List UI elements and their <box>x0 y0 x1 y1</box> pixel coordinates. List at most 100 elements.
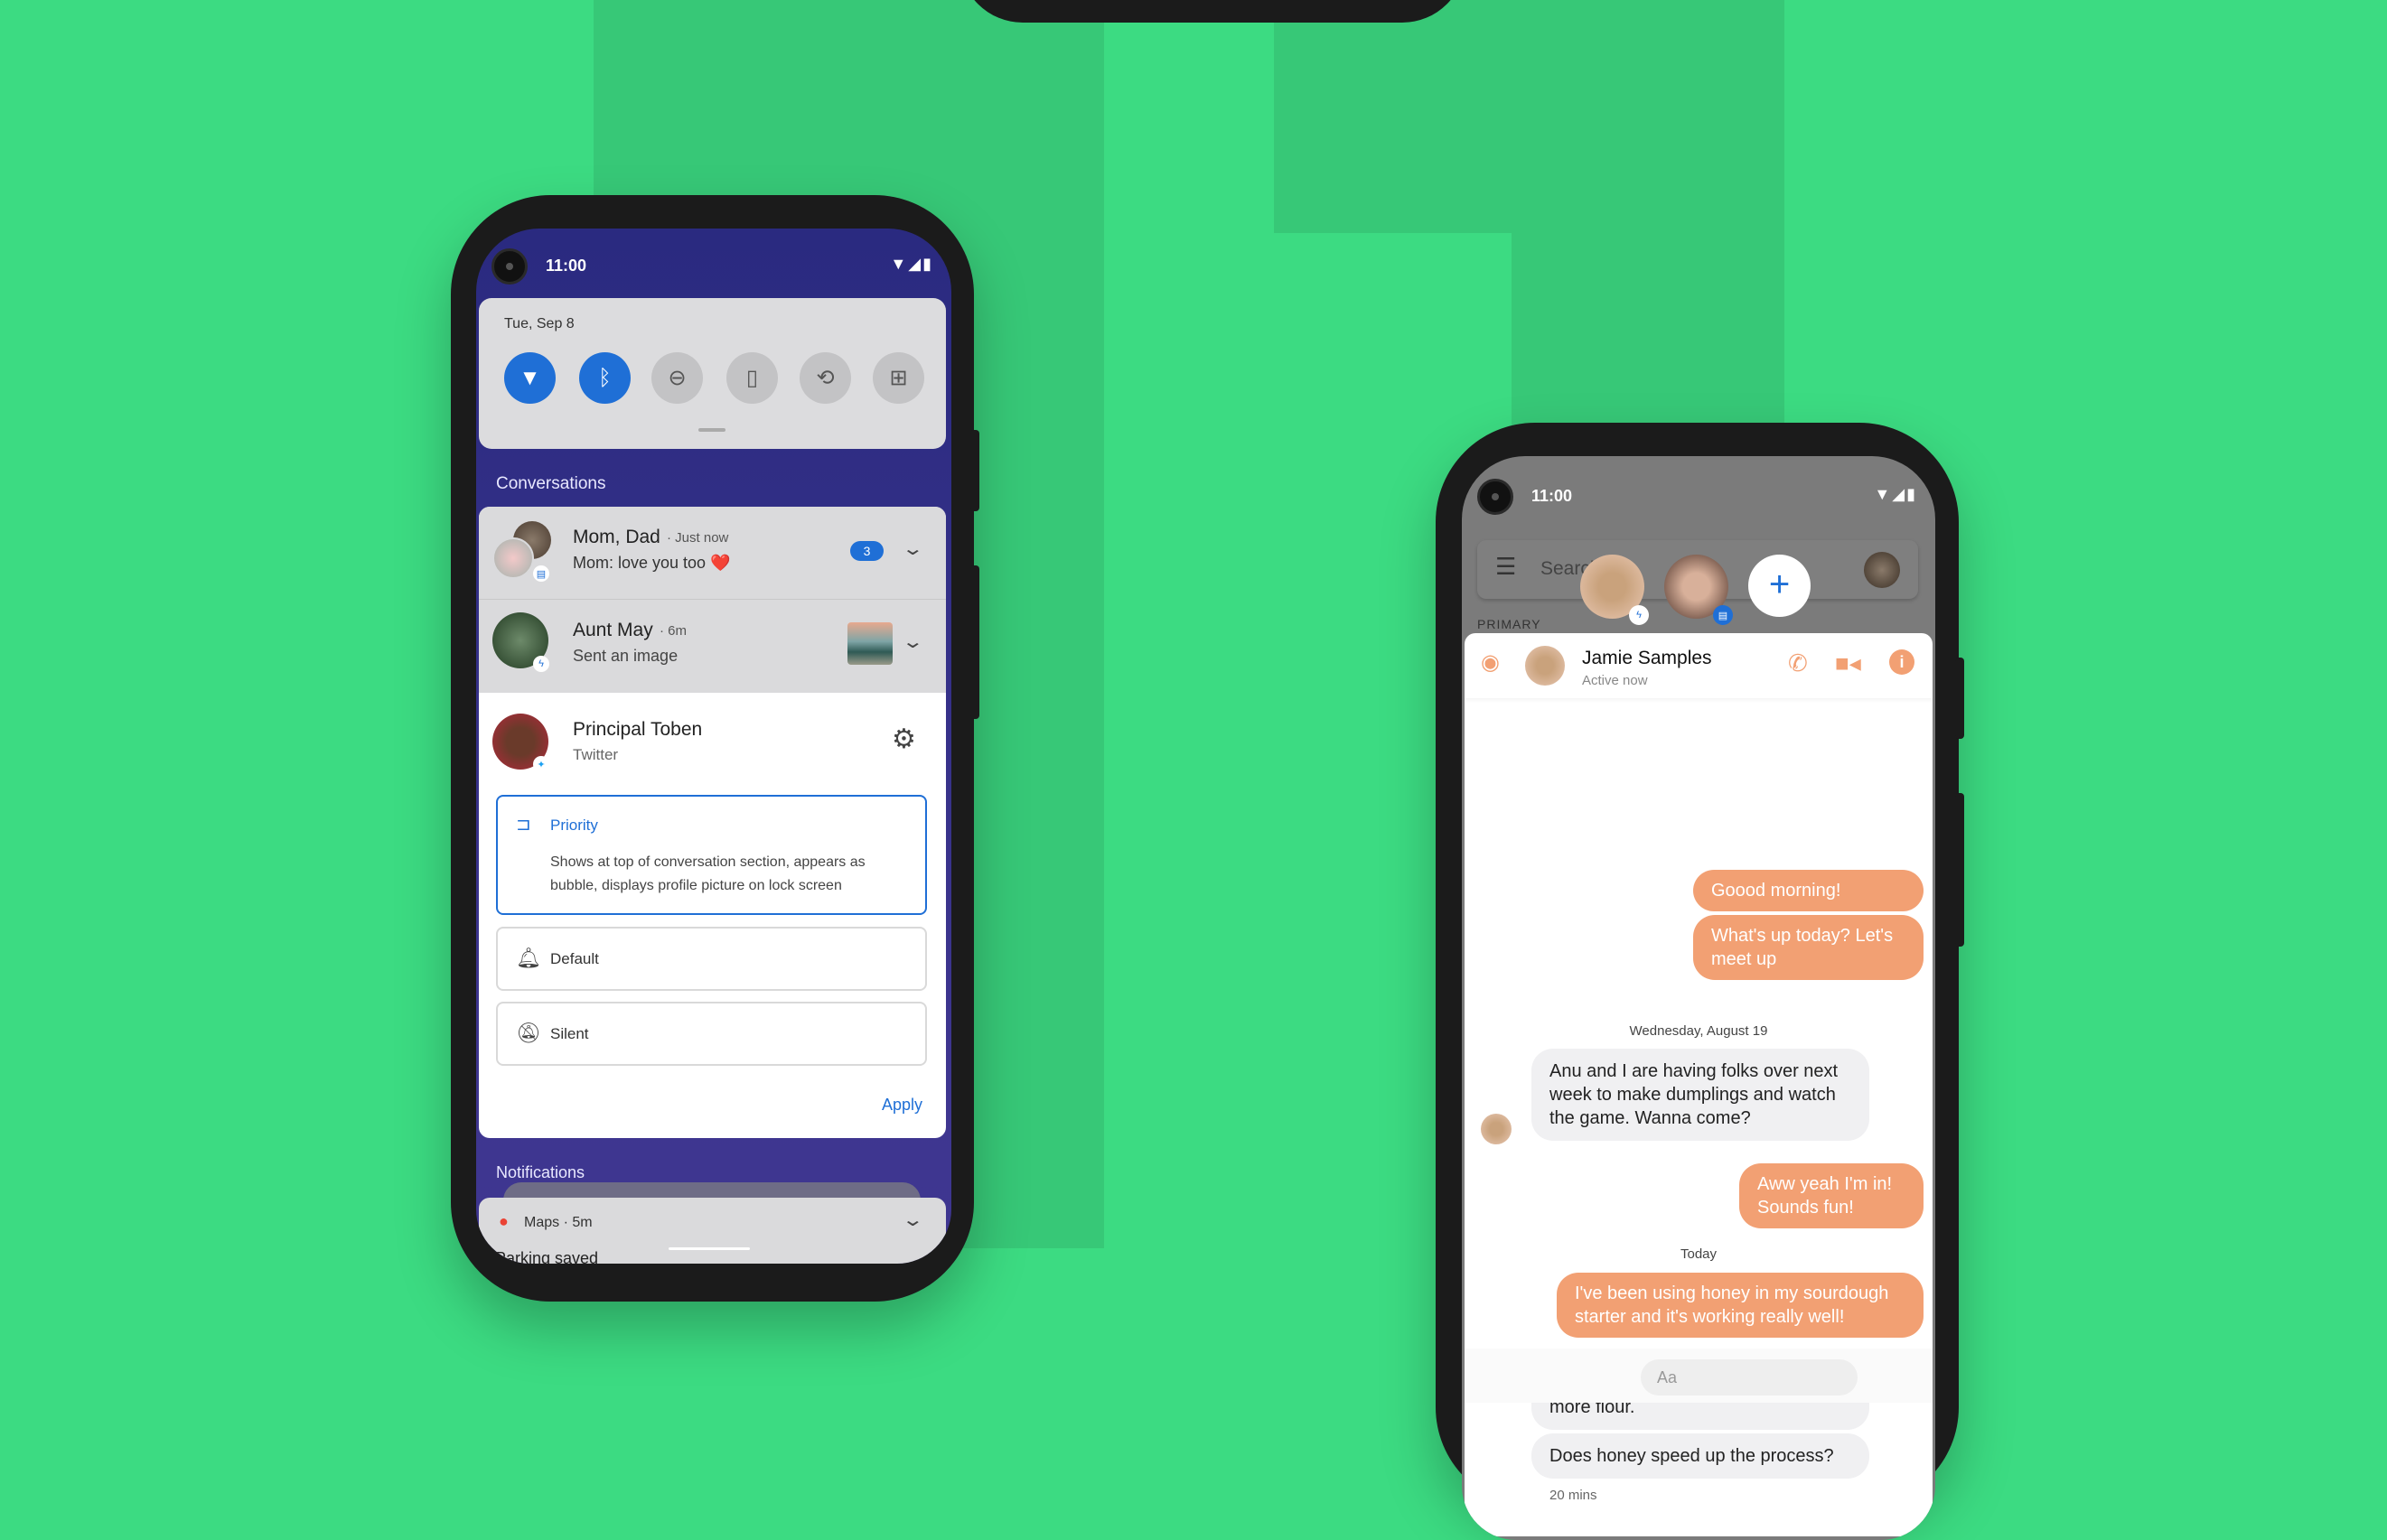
camera-cutout <box>491 248 528 285</box>
messenger-badge: ϟ <box>533 656 549 672</box>
status-icons: ▼◢▮ <box>1874 485 1917 504</box>
battery-saver-tile[interactable]: ⊞ <box>873 352 924 404</box>
settings-gear-icon[interactable]: ⚙ <box>892 723 916 755</box>
outgoing-message[interactable]: Goood morning! <box>1693 870 1924 911</box>
app-name: Twitter <box>573 746 619 763</box>
left-phone: 11:00 ▼◢▮ Tue, Sep 8 ▼ ᛒ ⊖ ▯ ⟲ ⊞ Conversation… <box>451 195 979 1302</box>
twitter-badge: ✦ <box>533 756 549 772</box>
expand-chevron-icon[interactable]: ⌄ <box>902 537 924 560</box>
notifications-heading: Notifications <box>496 1163 585 1181</box>
messenger-screen: 11:00 ▼◢▮ ☰ Search ϟ ▤ + PRIMARY ◉ Jamie… <box>1462 456 1935 1540</box>
conversation-row[interactable]: ▤ Mom, Dad · Just now Mom: love you too … <box>479 507 946 600</box>
expand-chevron-icon[interactable]: ⌄ <box>902 630 924 653</box>
message-timestamp: 20 mins <box>1549 1488 1597 1503</box>
conversation-row[interactable]: ϟ Aunt May · 6m Sent an image ⌄ <box>479 600 946 693</box>
messenger-badge: ϟ <box>1629 605 1649 625</box>
drag-handle[interactable] <box>698 428 725 432</box>
battery-icon: ▮ <box>1906 485 1917 503</box>
expand-chevron-icon[interactable]: ⌄ <box>902 1209 924 1231</box>
do-not-disturb-tile[interactable]: ⊖ <box>651 352 703 404</box>
camera-cutout <box>1477 479 1513 515</box>
priority-option[interactable]: ⊐ Priority Shows at top of conversation … <box>496 795 927 915</box>
menu-icon[interactable]: ☰ <box>1495 553 1516 581</box>
outgoing-message[interactable]: What's up today? Let's meet up <box>1693 915 1924 980</box>
messages-badge: ▤ <box>1713 605 1733 625</box>
contact-name: Jamie Samples <box>1582 648 1712 668</box>
info-icon[interactable]: i <box>1889 649 1914 675</box>
conversation-message: Sent an image <box>573 647 679 665</box>
auto-rotate-tile[interactable]: ⟲ <box>800 352 851 404</box>
conversations-heading: Conversations <box>496 474 606 493</box>
call-icon[interactable]: ✆ <box>1788 649 1808 677</box>
outgoing-message[interactable]: Aww yeah I'm in! Sounds fun! <box>1739 1163 1924 1228</box>
compose-input[interactable]: Aa <box>1641 1359 1858 1395</box>
option-description: Shows at top of conversation section, ap… <box>550 854 866 893</box>
gesture-nav-handle[interactable] <box>669 1247 750 1250</box>
maps-app-name: Maps · 5m <box>524 1215 593 1230</box>
silent-option[interactable]: 🔕︎ Silent <box>496 1002 927 1066</box>
wifi-icon: ▼ <box>1874 485 1893 503</box>
signal-icon: ◢ <box>1892 485 1907 503</box>
avatar-mom <box>492 537 534 579</box>
incoming-message[interactable]: Anu and I are having folks over next wee… <box>1531 1049 1869 1141</box>
conversation-message: Mom: love you too ❤️ <box>573 554 731 572</box>
new-bubble-button[interactable]: + <box>1748 555 1811 617</box>
image-thumbnail[interactable] <box>847 622 893 665</box>
time-text: 5m <box>572 1215 593 1230</box>
battery-saver-icon: ⊞ <box>889 366 908 390</box>
conversation-time: · 6m <box>660 623 688 639</box>
right-phone: 11:00 ▼◢▮ ☰ Search ϟ ▤ + PRIMARY ◉ Jamie… <box>1436 423 1964 1540</box>
maps-pin-icon: ● <box>499 1212 509 1230</box>
option-label: Default <box>550 950 599 967</box>
battery-icon: ▮ <box>922 255 933 273</box>
chat-bubble-window: ◉ Jamie Samples Active now ✆ ■◂ i Goood … <box>1465 633 1933 1536</box>
quick-settings-panel: Tue, Sep 8 ▼ ᛒ ⊖ ▯ ⟲ ⊞ <box>479 298 946 449</box>
status-time: 11:00 <box>1531 487 1573 505</box>
bluetooth-icon: ᛒ <box>598 365 612 390</box>
incoming-message[interactable]: Does honey speed up the process? <box>1531 1433 1869 1479</box>
conversation-name: Mom, Dad <box>573 527 660 547</box>
app-name: Maps <box>524 1215 560 1230</box>
side-button[interactable] <box>970 430 979 511</box>
time-text: Just now <box>675 530 729 546</box>
priority-icon: ⊐ <box>516 815 531 835</box>
flashlight-tile[interactable]: ▯ <box>726 352 778 404</box>
profile-avatar[interactable] <box>1864 552 1900 588</box>
time-text: 6m <box>668 623 688 639</box>
maps-notification[interactable]: ● Maps · 5m ⌄ Parking saved <box>479 1198 946 1264</box>
wifi-icon: ▼ <box>890 255 909 273</box>
messages-app-badge: ▤ <box>533 565 549 582</box>
apply-button[interactable]: Apply <box>882 1096 922 1115</box>
do-not-disturb-icon: ⊖ <box>668 366 687 390</box>
signal-icon: ◢ <box>908 255 923 273</box>
bell-off-icon: 🔕︎ <box>516 1022 541 1044</box>
flashlight-icon: ▯ <box>745 366 759 390</box>
chat-header: ◉ Jamie Samples Active now ✆ ■◂ i <box>1465 633 1933 698</box>
date-separator: Today <box>1680 1246 1718 1262</box>
status-time: 11:00 <box>546 257 587 275</box>
video-call-icon[interactable]: ■◂ <box>1835 649 1861 677</box>
notification-title: Parking saved <box>495 1249 599 1264</box>
option-label: Silent <box>550 1025 589 1042</box>
side-button[interactable] <box>970 565 979 719</box>
side-button[interactable] <box>1955 658 1964 739</box>
contact-status: Active now <box>1582 673 1648 688</box>
side-button[interactable] <box>1955 793 1964 947</box>
bg-shape-right <box>1274 0 1784 233</box>
conversation-name: Principal Toben <box>573 719 703 740</box>
section-label: PRIMARY <box>1477 617 1541 631</box>
wifi-icon: ▼ <box>519 365 541 390</box>
chat-avatar <box>1525 646 1565 686</box>
conversation-time: · Just now <box>667 530 729 546</box>
outgoing-message[interactable]: I've been using honey in my sourdough st… <box>1557 1273 1924 1338</box>
messenger-icon: ◉ <box>1481 650 1500 675</box>
conversation-card: ▤ Mom, Dad · Just now Mom: love you too … <box>479 507 946 1138</box>
bluetooth-tile[interactable]: ᛒ <box>579 352 631 404</box>
bell-icon: 🔔︎ <box>516 947 541 969</box>
status-icons: ▼◢▮ <box>890 255 933 274</box>
wifi-tile[interactable]: ▼ <box>504 352 556 404</box>
unread-count-badge: 3 <box>850 541 884 561</box>
option-label: Priority <box>550 817 598 834</box>
default-option[interactable]: 🔔︎ Default <box>496 927 927 991</box>
sender-avatar <box>1481 1114 1512 1144</box>
